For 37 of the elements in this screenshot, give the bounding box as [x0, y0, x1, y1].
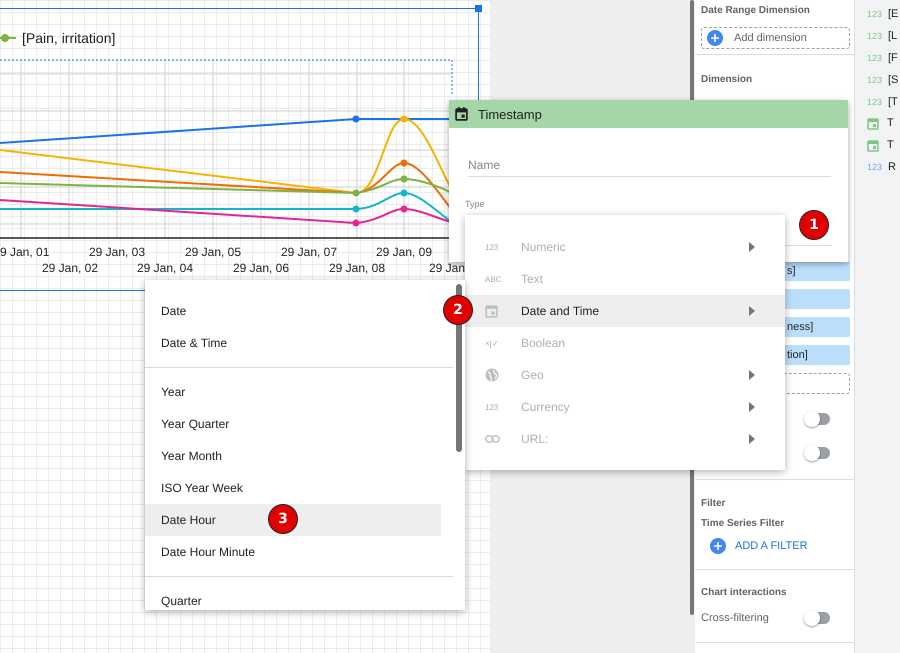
field-name: T — [887, 117, 894, 130]
type-label: Type — [465, 199, 485, 209]
section-title: Date Range Dimension — [701, 5, 811, 16]
axis-label: 29 Jan, 08 — [328, 261, 386, 275]
axis-label: 29 Jan — [428, 261, 466, 275]
field-name: [S — [888, 74, 898, 86]
axis-label: 29 Jan, 05 — [184, 245, 242, 259]
number-type-icon: 123 — [867, 8, 880, 19]
field-name: [T — [888, 96, 898, 108]
field-name: [E — [888, 8, 898, 20]
number-type-icon: 123 — [867, 162, 880, 172]
field-name: [F — [888, 52, 898, 64]
axis-label: 29 Jan, 03 — [88, 245, 146, 259]
axis-label: 29 Jan, 07 — [280, 245, 338, 259]
legend-label: [Pain, irritation] — [22, 30, 116, 46]
number-type-icon: 123 — [867, 96, 880, 106]
field-name: R — [888, 161, 896, 174]
type-glyph-icon: 123 — [485, 242, 498, 252]
type-glyph-icon: ×|✓ — [485, 338, 499, 348]
number-type-icon: 123 — [867, 52, 880, 63]
section-title: Dimension — [701, 74, 754, 85]
type-glyph-icon: ABC — [485, 274, 502, 284]
axis-label: 29 Jan, 04 — [136, 261, 194, 275]
number-type-icon: 123 — [867, 74, 880, 85]
section-title: Filter — [701, 498, 726, 509]
axis-label: 29 Jan, 09 — [376, 245, 432, 259]
section-title: Chart interactions — [701, 587, 788, 598]
toggle-label: Cross-filtering — [701, 612, 769, 624]
axis-label: 29 Jan, 06 — [232, 261, 290, 275]
filter-subtitle: Time Series Filter — [701, 518, 786, 529]
field-name: T — [887, 139, 894, 152]
number-type-icon: 123 — [867, 30, 880, 41]
type-glyph-icon: 123 — [485, 402, 498, 412]
field-name: [L — [888, 30, 898, 42]
axis-label: 9 Jan, 01 — [0, 245, 50, 259]
axis-label: 29 Jan, 02 — [42, 261, 98, 275]
dialog-title: Timestamp — [478, 106, 542, 122]
